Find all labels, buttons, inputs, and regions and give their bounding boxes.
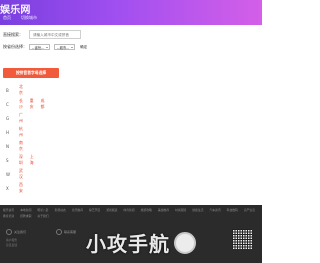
city-list: 杭州 [19,126,23,138]
footer-link[interactable]: 娱乐资讯 [3,208,14,212]
letter-label: G [6,115,10,121]
chevron-down-icon [71,46,73,48]
nav-home[interactable]: 首页 [3,15,11,21]
watermark-logo-icon [174,231,196,254]
top-nav: 首页 切换城市 [0,15,37,21]
footer-sub-link[interactable]: 意见反馈 [6,243,17,248]
province-label: 按省份选择： [3,44,27,49]
footer-link[interactable]: 旅游攻略 [141,208,152,212]
footer-links: 娱乐资讯 本地新闻 明星八卦 影视动态 音乐推荐 综艺节目 游戏频道 体育新闻 … [3,208,259,218]
letter-row-g: G 广州 [6,112,23,124]
province-select[interactable]: --省份-- [29,44,50,50]
city-link[interactable]: 重庆 [30,98,34,110]
letter-row-b: B 北京 [6,84,23,96]
letter-row-n: N 南京 [6,140,23,152]
footer-link[interactable]: 体育新闻 [123,208,134,212]
city-list: 广州 [19,112,23,124]
letter-label: H [6,129,10,135]
letter-label: B [6,87,9,93]
footer-link[interactable]: 本地新闻 [20,208,31,212]
city-list: 长沙 重庆 成都 [19,98,44,110]
user-icon [6,229,12,235]
city-search-input[interactable] [29,30,81,39]
city-list: 西安 [19,182,23,194]
city-link[interactable]: 成都 [41,98,45,110]
city-link[interactable]: 长沙 [19,98,23,110]
city-link[interactable]: 北京 [19,84,23,96]
letter-row-h: H 杭州 [6,126,23,138]
search-row: 直接搜索： [3,30,81,39]
city-link[interactable]: 南京 [19,140,23,152]
letter-row-x: X 西安 [6,182,23,194]
footer-link[interactable]: 时尚潮流 [175,208,186,212]
city-link[interactable]: 深圳 [19,154,23,166]
nav-switch-city[interactable]: 切换城市 [21,15,37,21]
footer-link[interactable]: 招聘求职 [20,214,31,218]
city-link[interactable]: 上海 [30,154,34,166]
footer-link[interactable]: 关于我们 [37,214,48,218]
footer-link[interactable]: 汽车资讯 [209,208,220,212]
footer-link[interactable]: 房产信息 [244,208,255,212]
chevron-down-icon [46,46,48,48]
city-list: 南京 [19,140,23,152]
city-link[interactable]: 武汉 [19,168,23,180]
letter-label: X [6,185,9,191]
letter-label: S [6,157,9,163]
site-logo[interactable]: 娱乐网 [0,1,31,16]
watermark: 小攻手航 [86,228,196,257]
province-row: 按省份选择： --省份-- --城市-- 确定 [3,44,87,50]
letter-label: C [6,101,9,107]
site-header: 娱乐网 首页 切换城市 [0,0,262,25]
city-link[interactable]: 广州 [19,112,23,124]
city-select-value: --城市-- [57,45,69,50]
letter-row-c: C 长沙 重庆 成都 [6,98,44,110]
footer-link[interactable]: 明星八卦 [37,208,48,212]
city-list: 北京 [19,84,23,96]
city-select[interactable]: --城市-- [54,44,75,50]
footer-link[interactable]: 美食推荐 [158,208,169,212]
follow-us[interactable]: 关注我们 [6,229,26,235]
footer-link[interactable]: 教育培训 [3,214,14,218]
customer-service[interactable]: 联系客服 [56,229,76,235]
phone-icon [56,229,62,235]
city-link[interactable]: 杭州 [19,126,23,138]
pinyin-select-button[interactable]: 按拼音首字母选择 [3,68,59,78]
city-link[interactable]: 西安 [19,182,23,194]
letter-row-s: S 深圳 上海 [6,154,34,166]
follow-us-label: 关注我们 [14,230,27,234]
footer-link[interactable]: 游戏频道 [106,208,117,212]
province-select-value: --省份-- [32,45,44,50]
city-list: 深圳 上海 [19,154,34,166]
qr-code-icon [232,229,252,249]
watermark-text: 小攻手航 [86,232,170,256]
footer-link[interactable]: 影视动态 [55,208,66,212]
footer-link[interactable]: 音乐推荐 [72,208,83,212]
footer-link[interactable]: 综艺节目 [89,208,100,212]
letter-label: W [6,171,10,177]
footer-sub-links: 客户服务 意见反馈 [6,238,17,248]
city-list: 武汉 [19,168,23,180]
footer-link[interactable]: 科技数码 [227,208,238,212]
letter-label: N [6,143,9,149]
confirm-button[interactable]: 确定 [80,45,87,50]
letter-row-w: W 武汉 [6,168,23,180]
search-label: 直接搜索： [3,31,23,37]
footer-link[interactable]: 健康生活 [192,208,203,212]
customer-service-label: 联系客服 [64,230,77,234]
